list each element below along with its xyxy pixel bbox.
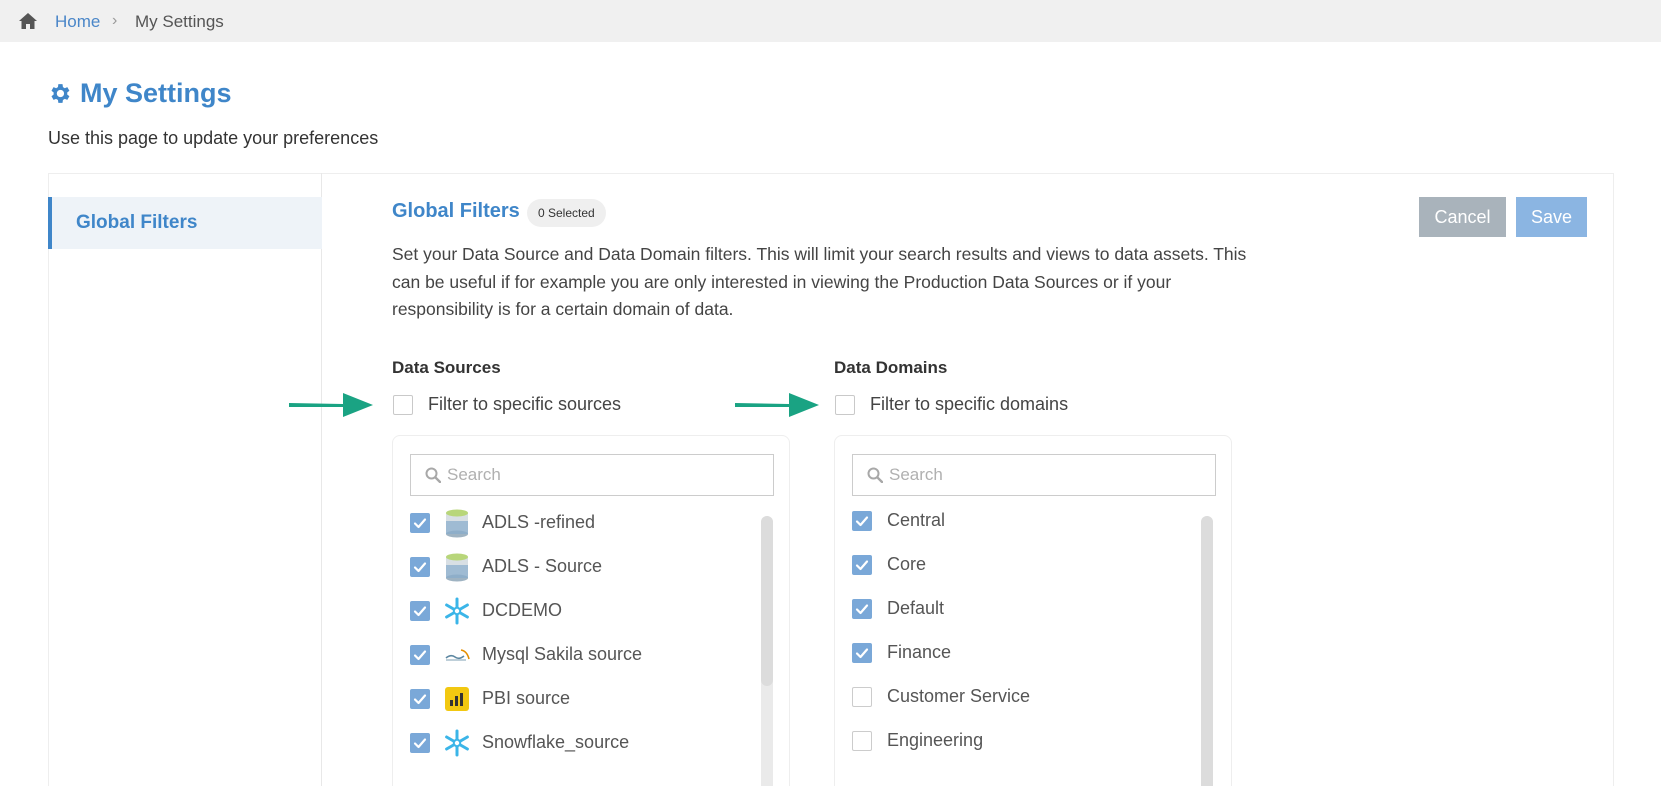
snowflake-icon: [443, 728, 471, 758]
powerbi-icon: [443, 684, 471, 714]
checkbox-checked[interactable]: [410, 689, 430, 709]
data-domains-search[interactable]: [852, 454, 1216, 496]
adls-icon: [443, 508, 471, 538]
list-item-label: DCDEMO: [482, 600, 562, 620]
checkbox-checked[interactable]: [852, 643, 872, 663]
list-item[interactable]: DCDEMO: [410, 593, 740, 629]
list-item[interactable]: ADLS - Source: [410, 549, 740, 585]
checkbox-checked[interactable]: [410, 601, 430, 621]
section-description: Set your Data Source and Data Domain fil…: [392, 244, 1247, 319]
page-title: My Settings: [80, 78, 232, 108]
breadcrumb: Home › My Settings: [0, 0, 1661, 42]
filter-sources-checkbox[interactable]: [393, 395, 413, 415]
checkbox-checked[interactable]: [410, 733, 430, 753]
data-sources-search-input[interactable]: [447, 463, 757, 487]
selected-count-badge: 0 Selected: [527, 199, 606, 227]
sidebar-item-label[interactable]: Global Filters: [76, 212, 197, 234]
list-item-label: Engineering: [887, 730, 984, 750]
list-item-label: Snowflake_source: [482, 732, 630, 752]
breadcrumb-separator: ›: [112, 12, 118, 29]
breadcrumb-home-link[interactable]: Home: [55, 12, 100, 32]
adls-icon: [443, 552, 471, 582]
data-domains-scrollbar[interactable]: [1201, 516, 1213, 786]
list-item[interactable]: Mysql Sakila source: [410, 637, 740, 673]
search-icon: [425, 467, 441, 483]
checkbox-checked[interactable]: [410, 645, 430, 665]
home-icon[interactable]: [18, 12, 38, 30]
data-sources-label: Data Sources: [392, 358, 501, 377]
arrow-icon: [289, 393, 373, 417]
list-item[interactable]: Finance: [852, 635, 1182, 671]
list-item-label: Core: [887, 554, 927, 574]
filter-domains-checkbox[interactable]: [835, 395, 855, 415]
checkbox-checked[interactable]: [852, 555, 872, 575]
list-item[interactable]: ADLS -refined: [410, 505, 740, 541]
list-item[interactable]: Engineering: [852, 723, 1182, 759]
data-sources-scrollbar[interactable]: [761, 516, 773, 786]
list-item[interactable]: Snowflake_source: [410, 725, 740, 761]
list-item-label: Mysql Sakila source: [482, 644, 643, 664]
filter-domains-label[interactable]: Filter to specific domains: [870, 394, 1068, 415]
checkbox-checked[interactable]: [410, 557, 430, 577]
list-item[interactable]: Core: [852, 547, 1182, 583]
cancel-button[interactable]: Cancel: [1419, 197, 1506, 237]
data-domains-label: Data Domains: [834, 358, 948, 377]
save-button[interactable]: Save: [1516, 197, 1587, 237]
arrow-icon: [735, 393, 819, 417]
filter-sources-label[interactable]: Filter to specific sources: [428, 394, 621, 415]
snowflake-icon: [443, 596, 471, 626]
mysql-icon: [443, 640, 471, 670]
checkbox-checked[interactable]: [852, 511, 872, 531]
checkbox-unchecked[interactable]: [852, 687, 872, 707]
list-item[interactable]: Central: [852, 503, 1182, 539]
breadcrumb-current: My Settings: [135, 12, 224, 31]
data-domains-search-input[interactable]: [889, 463, 1199, 487]
data-sources-search[interactable]: [410, 454, 774, 496]
list-item[interactable]: Customer Service: [852, 679, 1182, 715]
gear-icon: [51, 84, 70, 103]
list-item-label: Finance: [887, 642, 952, 662]
search-icon: [867, 467, 883, 483]
checkbox-checked[interactable]: [410, 513, 430, 533]
list-item-label: Customer Service: [887, 686, 1031, 706]
list-item-label: ADLS - Source: [482, 556, 603, 576]
settings-sidebar: [48, 173, 322, 786]
list-item-label: Central: [887, 510, 946, 530]
list-item[interactable]: PBI source: [410, 681, 740, 717]
section-title: Global Filters: [392, 200, 520, 222]
page-subtitle: Use this page to update your preferences: [48, 128, 379, 148]
list-item-label: PBI source: [482, 688, 571, 708]
scrollbar-thumb[interactable]: [761, 516, 773, 686]
list-item-label: ADLS -refined: [482, 512, 596, 532]
list-item-label: Default: [887, 598, 945, 618]
list-item[interactable]: Default: [852, 591, 1182, 627]
scrollbar-thumb[interactable]: [1201, 516, 1213, 786]
checkbox-checked[interactable]: [852, 599, 872, 619]
checkbox-unchecked[interactable]: [852, 731, 872, 751]
